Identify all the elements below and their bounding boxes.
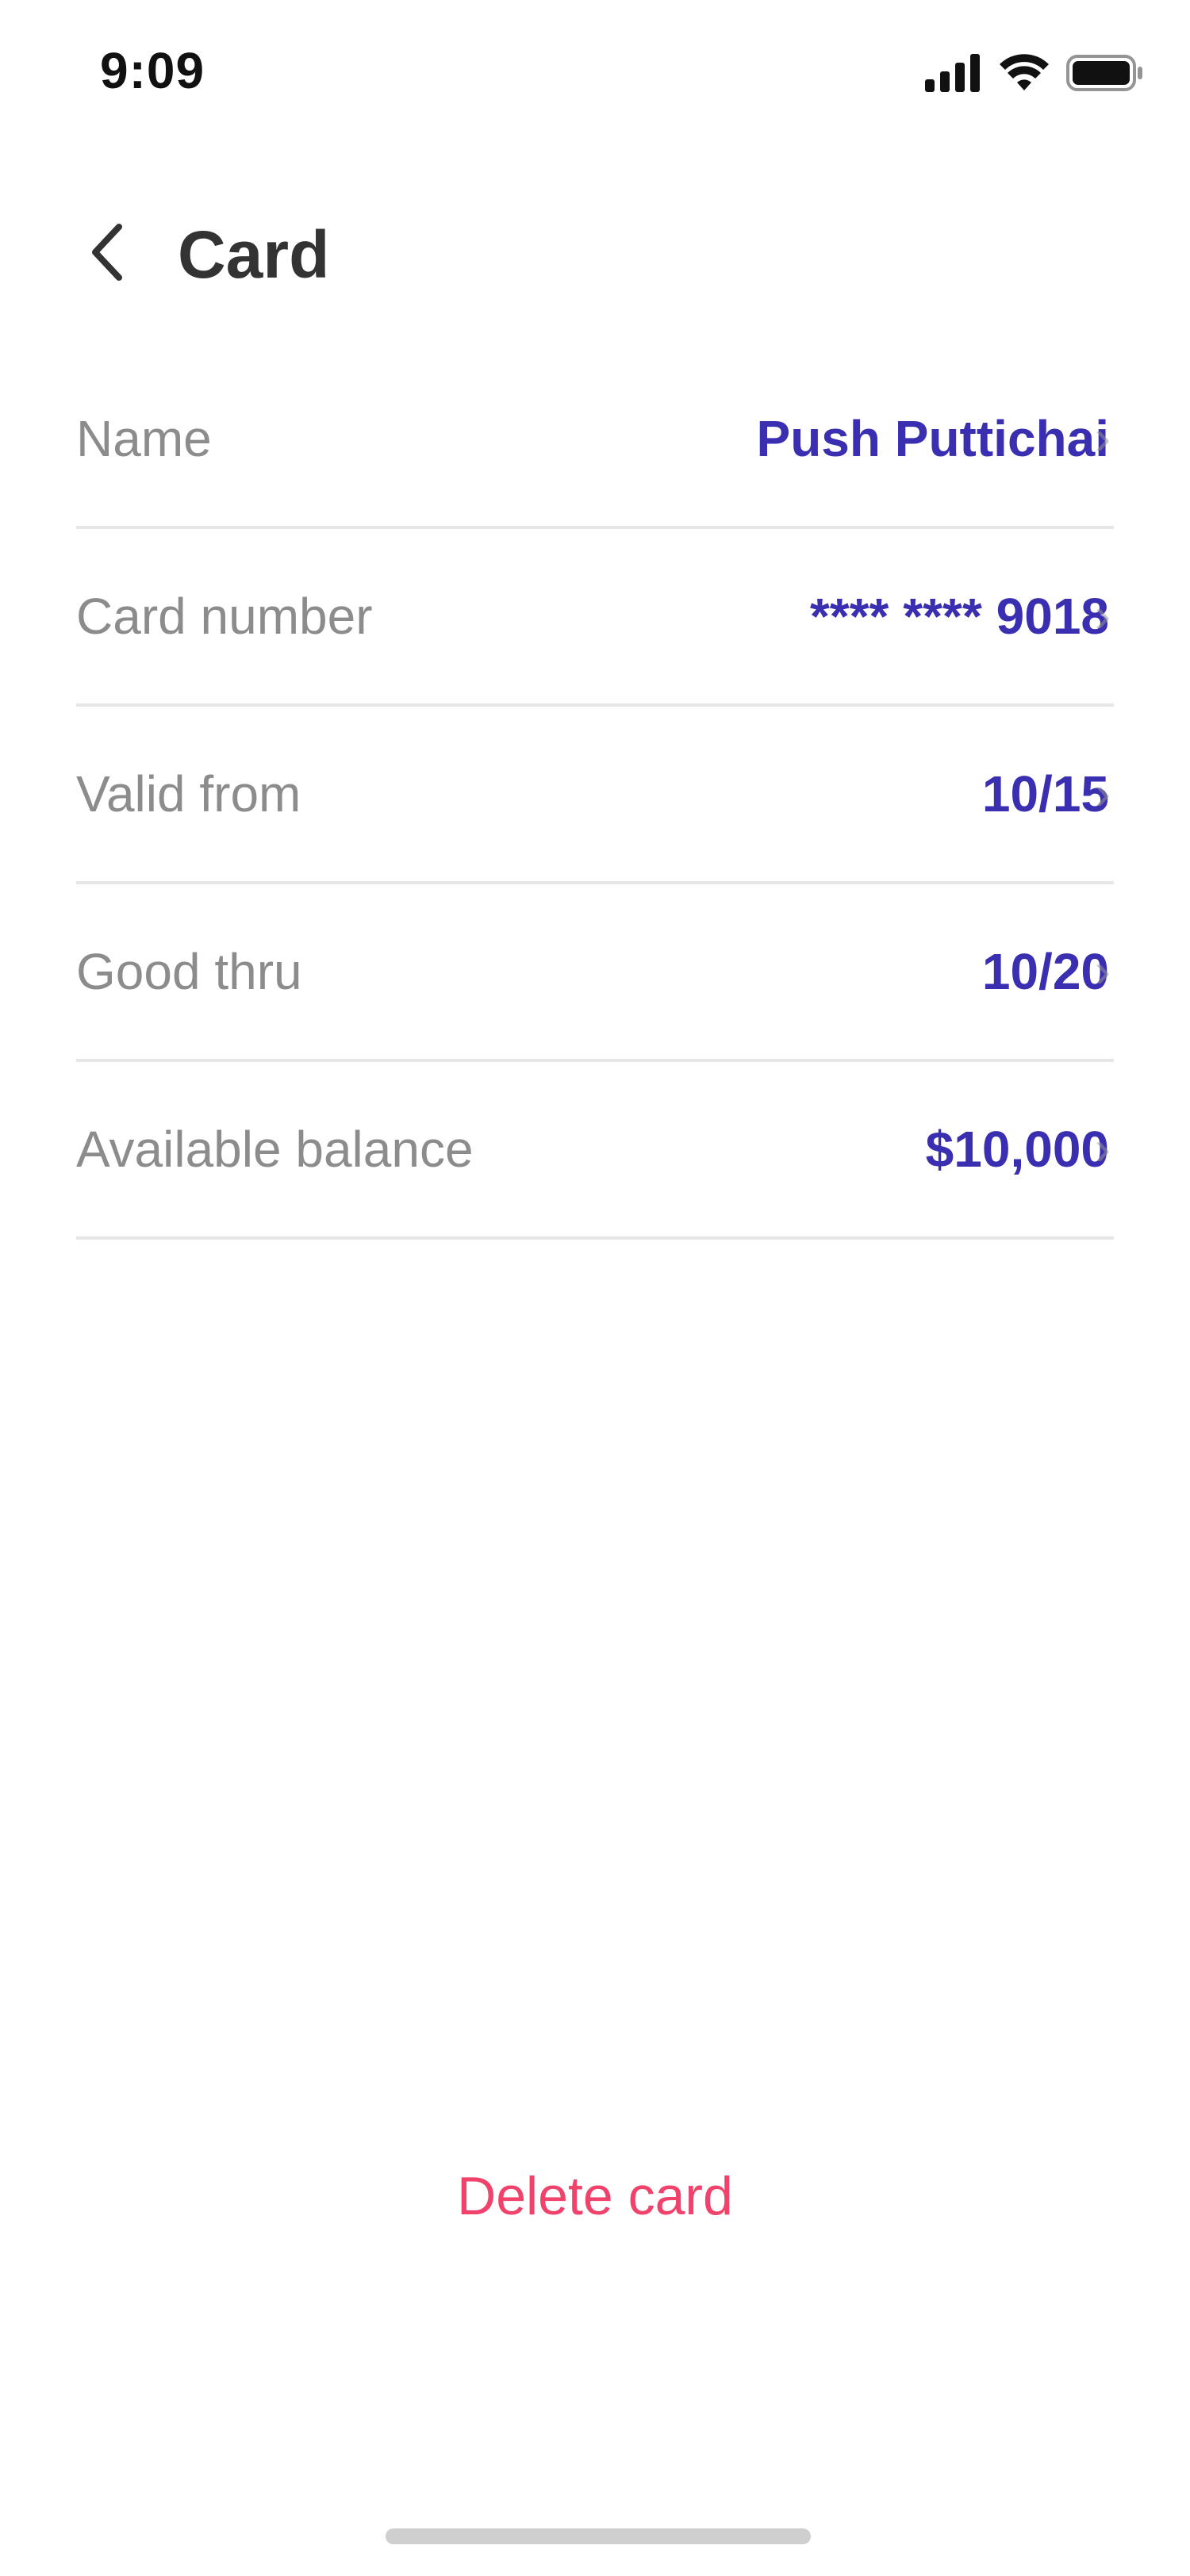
chevron-right-icon: › xyxy=(1095,411,1111,465)
chevron-right-icon: › xyxy=(1095,766,1111,820)
signal-icon xyxy=(925,53,982,96)
row-label: Available balance xyxy=(76,1121,474,1178)
row-name[interactable]: Name Push Puttichai › xyxy=(76,351,1114,529)
row-label: Good thru xyxy=(76,943,302,1000)
row-card-number[interactable]: Card number **** **** 9018 › xyxy=(76,529,1114,707)
card-details-list: Name Push Puttichai › Card number **** *… xyxy=(76,351,1114,1240)
row-value: Push Puttichai xyxy=(756,410,1110,467)
row-valid-from[interactable]: Valid from 10/15 › xyxy=(76,707,1114,884)
row-value: 10/20 xyxy=(981,943,1109,1000)
chevron-right-icon: › xyxy=(1095,944,1111,998)
row-available-balance[interactable]: Available balance $10,000 › xyxy=(76,1062,1114,1240)
chevron-right-icon: › xyxy=(1095,1121,1111,1175)
page-title: Card xyxy=(178,217,330,292)
home-indicator[interactable] xyxy=(386,2528,811,2544)
chevron-left-icon xyxy=(87,220,125,288)
chevron-right-icon: › xyxy=(1095,588,1111,642)
delete-card-button[interactable]: Delete card xyxy=(0,2165,1190,2227)
row-value: **** **** 9018 xyxy=(809,588,1109,645)
status-icons xyxy=(925,51,1144,98)
header: Card xyxy=(0,202,1190,305)
back-button[interactable] xyxy=(75,218,138,289)
row-label: Card number xyxy=(76,588,373,645)
status-time: 9:09 xyxy=(100,42,205,99)
row-value: 10/15 xyxy=(981,765,1109,822)
status-bar: 9:09 xyxy=(0,0,1190,143)
row-label: Valid from xyxy=(76,765,301,822)
row-value: $10,000 xyxy=(925,1121,1109,1178)
wifi-icon xyxy=(1000,53,1049,96)
battery-icon xyxy=(1066,54,1144,96)
row-label: Name xyxy=(76,410,212,467)
row-good-thru[interactable]: Good thru 10/20 › xyxy=(76,884,1114,1062)
